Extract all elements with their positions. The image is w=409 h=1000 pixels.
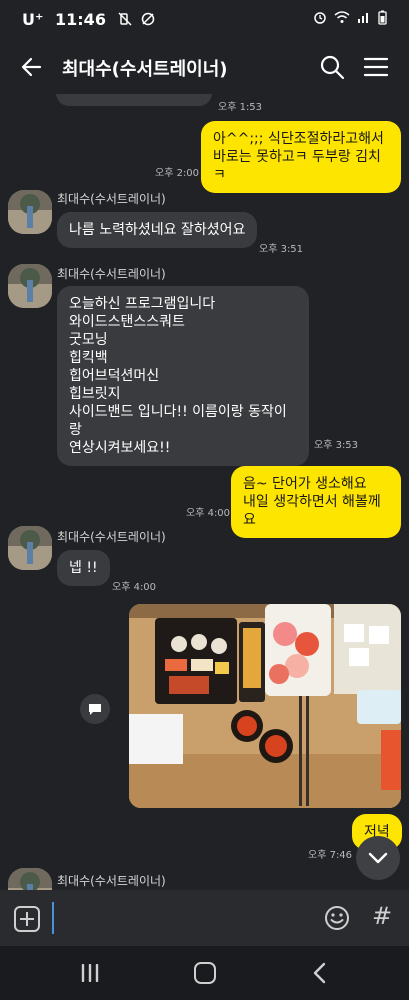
message-bubble-incoming[interactable]: 오늘하신 프로그램입니다 와이드스탠스스쿼트 굿모닝 힙킥백 힙어브덕션머신 힙… xyxy=(57,286,309,466)
sender-name: 최대수(수서트레이너) xyxy=(57,192,166,206)
clock: 11:46 xyxy=(55,10,106,29)
message-time: 오후 2:00 xyxy=(155,168,200,179)
system-navigation-bar xyxy=(0,946,409,1000)
carrier-label: U⁺ xyxy=(22,10,44,29)
message-time: 오후 1:53 xyxy=(218,102,263,113)
avatar[interactable] xyxy=(8,190,52,234)
sender-name: 최대수(수서트레이너) xyxy=(57,874,166,888)
comment-button[interactable] xyxy=(80,694,110,724)
sender-name: 최대수(수서트레이너) xyxy=(57,530,166,544)
back-chevron-icon[interactable] xyxy=(310,962,330,984)
message-time: 오후 3:53 xyxy=(314,440,359,451)
message-bubble-partial[interactable] xyxy=(56,94,212,106)
message-time: 오후 7:46 xyxy=(308,850,353,861)
chevron-down-icon xyxy=(368,852,388,864)
chat-header: 최대수(수서트레이너) xyxy=(0,40,409,94)
message-input-bar: # xyxy=(0,890,409,946)
message-time: 오후 3:51 xyxy=(259,244,304,255)
hamburger-menu-icon[interactable] xyxy=(362,53,390,81)
chat-title: 최대수(수서트레이너) xyxy=(62,59,228,80)
home-icon[interactable] xyxy=(194,962,216,984)
chat-message-list[interactable]: 오후 1:53 오후 2:00 아^^;;; 식단조절하라고해서 바로는 못하고… xyxy=(0,94,409,890)
scroll-to-bottom-button[interactable] xyxy=(356,836,400,880)
wifi-icon xyxy=(334,11,350,23)
speech-bubble-icon xyxy=(89,704,101,715)
message-bubble-incoming[interactable]: 나름 노력하셨네요 잘하셨어요 xyxy=(57,212,258,248)
sender-name: 최대수(수서트레이너) xyxy=(57,267,166,281)
signal-icon xyxy=(358,13,368,23)
message-time: 오후 4:00 xyxy=(186,508,231,519)
status-bar: U⁺ 11:46 xyxy=(0,0,409,40)
hashtag-search-button[interactable]: # xyxy=(372,902,392,930)
alarm-icon xyxy=(314,12,326,24)
message-bubble-outgoing[interactable]: 음~ 단어가 생소해요 내일 생각하면서 해볼께요 xyxy=(231,466,401,538)
message-input[interactable] xyxy=(52,902,312,934)
avatar[interactable] xyxy=(8,526,52,570)
message-bubble-outgoing[interactable]: 아^^;;; 식단조절하라고해서 바로는 못하고ㅋ 두부랑 김치ㅋ xyxy=(201,121,401,193)
attach-plus-button[interactable] xyxy=(14,906,40,932)
no-data-icon xyxy=(141,12,155,26)
mute-icon xyxy=(118,12,132,26)
message-time: 오후 4:00 xyxy=(112,582,157,593)
emoji-icon[interactable] xyxy=(324,905,350,931)
avatar[interactable] xyxy=(8,868,52,890)
back-arrow-icon[interactable] xyxy=(18,53,46,81)
search-icon[interactable] xyxy=(318,53,346,81)
battery-icon xyxy=(378,10,387,25)
message-bubble-incoming[interactable]: 넵 !! xyxy=(57,550,110,586)
avatar[interactable] xyxy=(8,264,52,308)
shared-photo[interactable] xyxy=(129,604,401,808)
recent-apps-icon[interactable] xyxy=(80,964,100,982)
